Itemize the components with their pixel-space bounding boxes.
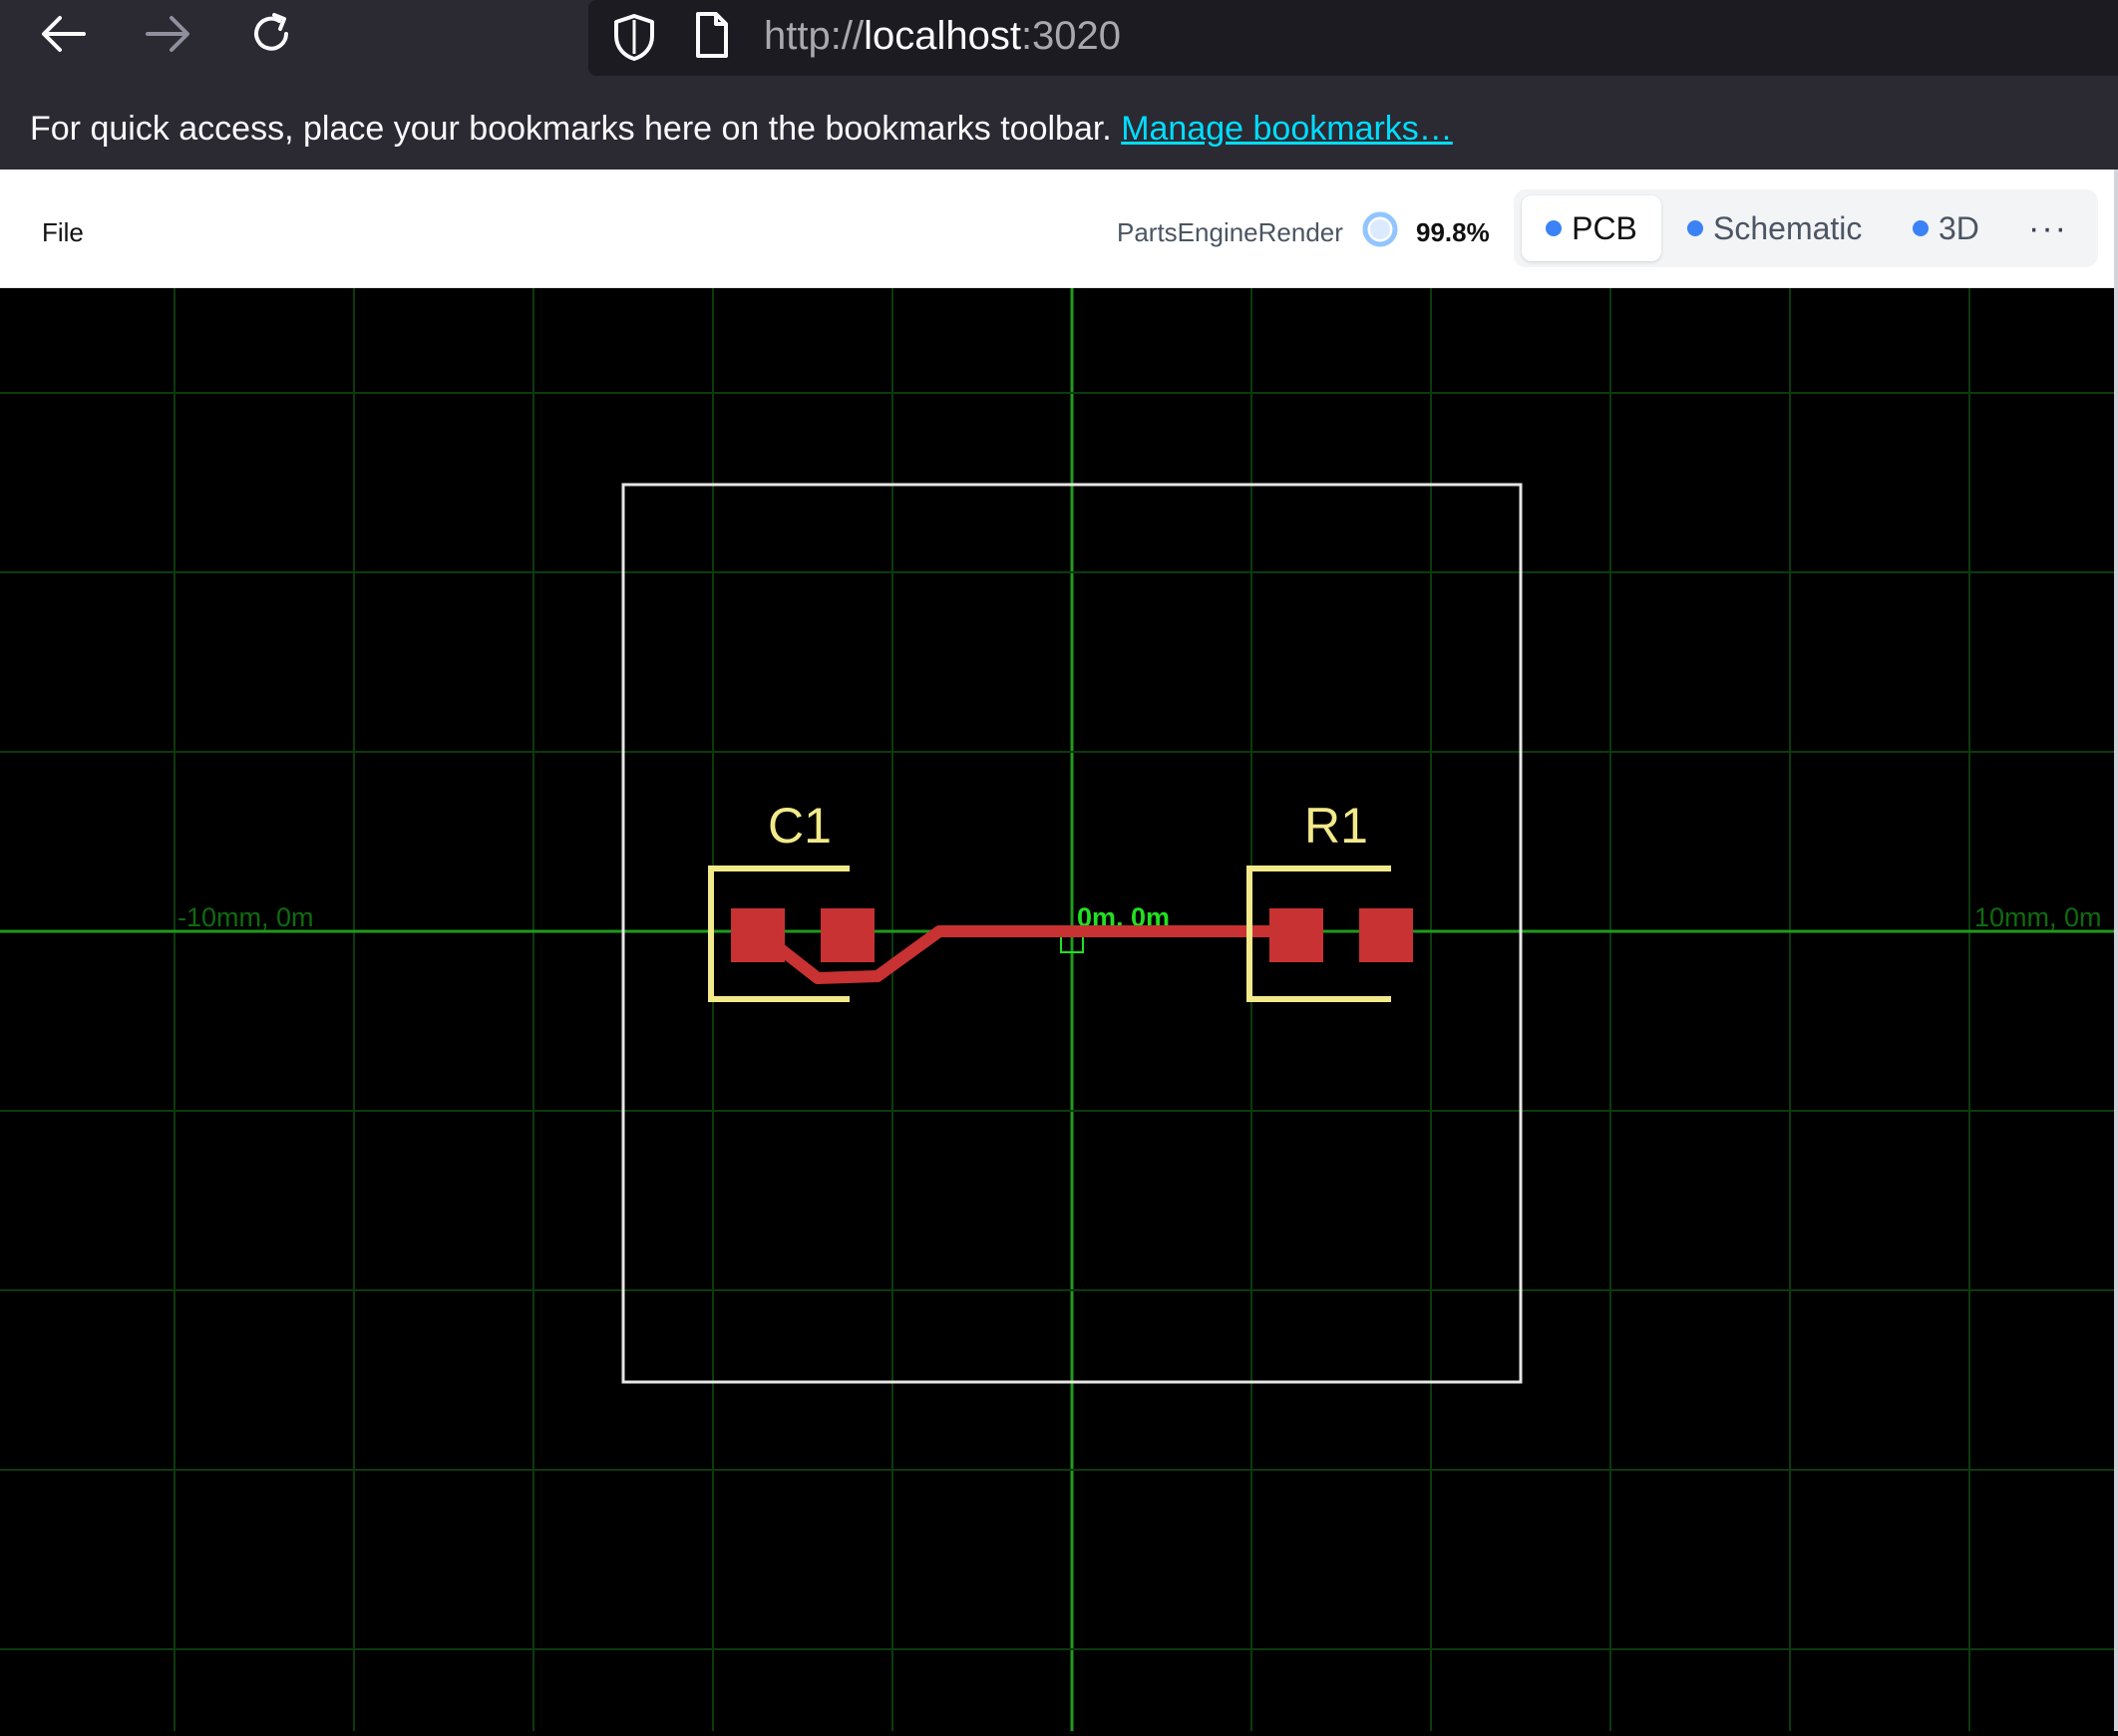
pcb-canvas[interactable]: -10mm, 0m 0m, 0m 10mm, 0m C1 R1: [0, 288, 2114, 1731]
bookmarks-message-row: For quick access, place your bookmarks h…: [30, 110, 1453, 149]
shield-icon: [614, 14, 654, 61]
component-r1[interactable]: R1: [1246, 798, 1413, 1002]
view-tabs: PCB Schematic 3D ···: [1514, 189, 2098, 267]
app-toolbar: File PartsEngineRender 99.8% PCB Schemat…: [0, 170, 2114, 288]
bookmarks-message: For quick access, place your bookmarks h…: [30, 110, 1112, 148]
grid-lines: [0, 288, 2114, 1731]
tab-schematic-label: Schematic: [1713, 209, 1863, 246]
reload-icon: [254, 13, 288, 51]
tab-status-dot: [1546, 220, 1563, 236]
bookmarks-toolbar: For quick access, place your bookmarks h…: [0, 78, 2118, 170]
window-edge: [2114, 170, 2118, 1731]
r1-pad-1[interactable]: [1269, 908, 1323, 962]
tab-status-dot: [1687, 220, 1703, 236]
forward-arrow-icon: [146, 16, 189, 52]
r1-ref-label: R1: [1304, 798, 1368, 854]
tab-3d-label: 3D: [1939, 209, 1979, 246]
c1-pad-1[interactable]: [731, 908, 785, 962]
render-engine-label: PartsEngineRender: [1117, 217, 1343, 247]
tab-3d[interactable]: 3D: [1913, 195, 1979, 261]
axis-label-left: -10mm, 0m: [177, 902, 314, 932]
tab-pcb[interactable]: PCB: [1522, 195, 1661, 261]
c1-ref-label: C1: [768, 798, 832, 854]
c1-pad-2[interactable]: [821, 908, 875, 962]
url-text[interactable]: http://localhost:3020: [764, 14, 1121, 59]
browser-nav-bar: http://localhost:3020: [0, 0, 2118, 78]
file-menu[interactable]: File: [42, 217, 84, 248]
manage-bookmarks-link[interactable]: Manage bookmarks…: [1121, 110, 1453, 148]
pcb-viewer-svg[interactable]: -10mm, 0m 0m, 0m 10mm, 0m C1 R1: [0, 288, 2114, 1731]
tab-status-dot: [1913, 220, 1929, 236]
forward-button[interactable]: [136, 6, 199, 62]
more-options-button[interactable]: ···: [2028, 195, 2068, 261]
page-icon: [696, 12, 728, 58]
r1-pad-2[interactable]: [1359, 908, 1413, 962]
component-c1[interactable]: C1: [708, 798, 875, 1002]
render-progress: 99.8%: [1416, 217, 1490, 247]
axis-label-right: 10mm, 0m: [1974, 902, 2102, 932]
tab-pcb-label: PCB: [1572, 209, 1637, 246]
tab-schematic[interactable]: Schematic: [1687, 195, 1862, 261]
url-bar[interactable]: http://localhost:3020: [588, 0, 2118, 76]
reload-button[interactable]: [239, 6, 303, 62]
url-host: localhost: [864, 14, 1021, 58]
url-scheme: http://: [764, 14, 865, 58]
url-port: :3020: [1020, 14, 1122, 58]
back-button[interactable]: [32, 6, 96, 62]
back-arrow-icon: [42, 16, 86, 52]
progress-ring-icon: [1362, 211, 1398, 247]
